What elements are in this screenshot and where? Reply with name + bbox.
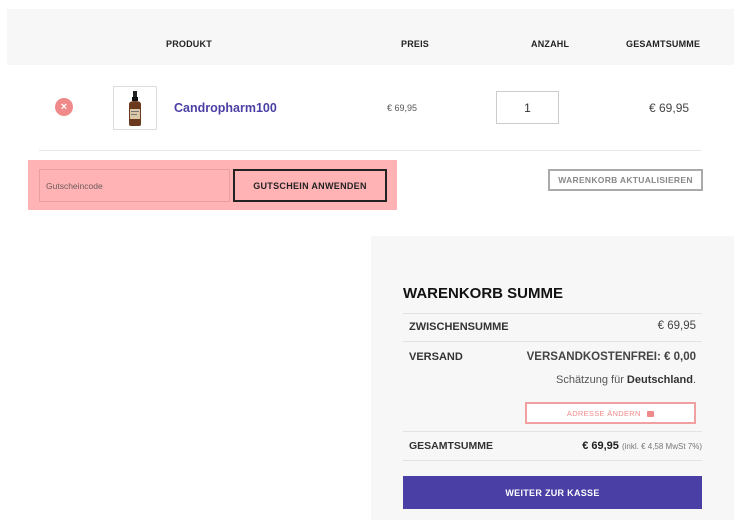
product-thumbnail[interactable] — [113, 86, 157, 130]
estimate-suffix: . — [692, 374, 696, 386]
apply-coupon-button[interactable]: GUTSCHEIN ANWENDEN — [233, 169, 387, 202]
coupon-input[interactable] — [39, 169, 230, 202]
close-icon: × — [60, 101, 68, 113]
remove-item-button[interactable]: × — [55, 98, 73, 116]
header-quantity: ANZAHL — [531, 39, 570, 49]
update-cart-button[interactable]: WARENKORB AKTUALISIEREN — [548, 169, 703, 191]
header-total: GESAMTSUMME — [626, 39, 701, 49]
product-bottle-icon — [129, 91, 141, 126]
grand-total-label: GESAMTSUMME — [409, 440, 493, 452]
change-address-label: ADRESSE ÄNDERN — [566, 408, 641, 418]
product-name-link[interactable]: Candropharm100 — [174, 101, 277, 115]
header-price: PREIS — [401, 39, 430, 49]
divider — [403, 313, 702, 314]
subtotal-label: ZWISCHENSUMME — [409, 321, 509, 333]
shipping-estimate: Schätzung für Deutschland. — [556, 374, 696, 386]
shipping-label: VERSAND — [409, 351, 463, 363]
cart-table-header — [7, 9, 734, 65]
tax-note: (inkl. € 4,58 MwSt 7%) — [621, 442, 702, 451]
change-address-button[interactable]: ADRESSE ÄNDERN — [525, 402, 696, 424]
truck-icon — [647, 410, 655, 417]
subtotal-value: € 69,95 — [657, 320, 696, 332]
estimate-country: Deutschland — [626, 374, 693, 386]
checkout-button[interactable]: WEITER ZUR KASSE — [403, 476, 702, 509]
unit-price: € 69,95 — [387, 103, 418, 113]
divider — [403, 431, 702, 432]
line-total: € 69,95 — [649, 101, 690, 115]
quantity-input[interactable] — [496, 91, 559, 124]
divider — [403, 460, 702, 461]
divider — [403, 341, 702, 342]
header-product: PRODUKT — [166, 39, 212, 49]
grand-total-value: € 69,95 — [582, 440, 619, 452]
divider — [39, 150, 701, 151]
estimate-prefix: Schätzung für — [555, 374, 624, 386]
grand-total: € 69,95 (inkl. € 4,58 MwSt 7%) — [582, 440, 702, 452]
cart-totals-title: WARENKORB SUMME — [403, 285, 563, 302]
shipping-value: VERSANDKOSTENFREI: € 0,00 — [526, 351, 696, 363]
